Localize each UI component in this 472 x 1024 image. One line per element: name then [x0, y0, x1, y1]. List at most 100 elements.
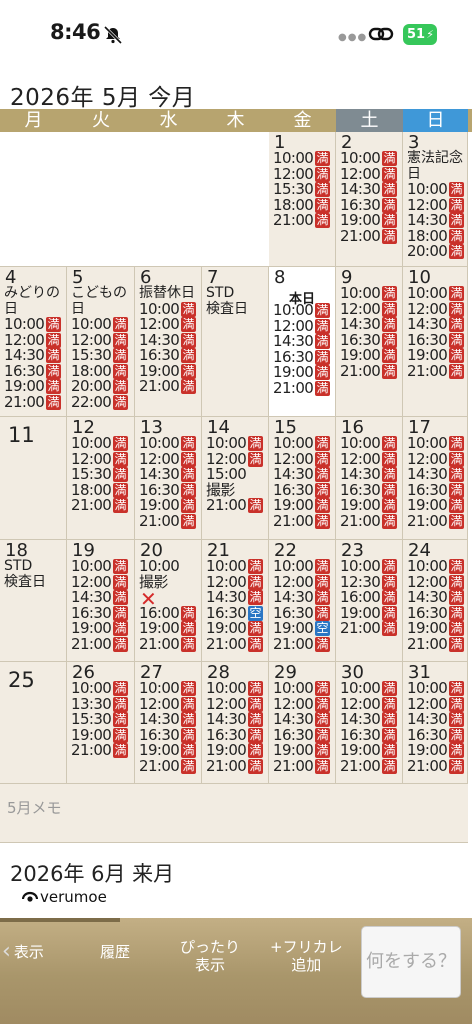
day-cell-25[interactable]: 25 — [0, 662, 67, 784]
battery-level: 51 — [407, 27, 426, 42]
time-slot[interactable]: 21:00 満 — [139, 758, 196, 775]
time-slot[interactable]: 21:00 満 — [407, 513, 464, 530]
time-slot[interactable]: 21:00 満 — [340, 228, 397, 245]
time-slot[interactable]: 21:00 満 — [71, 636, 128, 653]
full-badge: 満 — [449, 574, 464, 590]
month-memo[interactable]: 5月メモ — [0, 784, 468, 843]
day-cell-10[interactable]: 10 10:00 満 12:00 満 14:30 満 16:30 満 19:00 満 21:00 満 — [403, 267, 468, 417]
time-slot[interactable]: 21:00 満 — [340, 513, 397, 530]
day-cell-6[interactable]: 6 振替休日 10:00 満 12:00 満 14:30 満 16:30 満 19:00 満 21:00… — [135, 267, 202, 417]
day-cell-12[interactable]: 12 10:00 満 12:00 満 15:30 満 18:00 満 21:00 満 — [67, 417, 135, 540]
day-cell-30[interactable]: 30 10:00 満 12:00 満 14:30 満 16:30 満 19:00 満 21:00 満 — [336, 662, 403, 784]
time-slot[interactable]: 20:00 満 — [407, 243, 464, 260]
day-cell-21[interactable]: 21 10:00 満 12:00 満 14:30 満 16:30 空 19:00 満 21:00 満 — [202, 540, 269, 662]
action-button[interactable]: 何をする？ — [361, 926, 461, 998]
day-cell-26[interactable]: 26 10:00 満 13:30 満 15:30 満 19:00 満 21:00 満 — [67, 662, 135, 784]
full-badge: 満 — [382, 332, 397, 348]
time-slot[interactable]: 21:00 満 — [273, 636, 330, 653]
full-badge: 満 — [382, 590, 397, 606]
full-badge: 満 — [113, 482, 128, 498]
day-cell-29[interactable]: 29 10:00 満 12:00 満 14:30 満 16:30 満 19:00 満 21:00 満 — [269, 662, 336, 784]
day-cell-24[interactable]: 24 10:00 満 12:00 満 14:30 満 16:30 満 19:00 満 21:00 満 — [403, 540, 468, 662]
back-button[interactable]: ‹ 表示 — [2, 941, 44, 963]
time-slot[interactable]: 21:00 満 — [273, 380, 330, 397]
slot-time: 21:00 — [139, 634, 180, 653]
day-cell-19[interactable]: 19 10:00 満 12:00 満 14:30 満 16:30 満 19:00 満 21:00 満 — [67, 540, 135, 662]
time-slot[interactable]: 21:00 満 — [273, 212, 330, 229]
full-badge: 満 — [113, 363, 128, 379]
full-badge: 満 — [449, 636, 464, 652]
time-slot-list: 10:00 満 12:00 満 15:30 満 18:00 満 21:00 満 — [71, 435, 128, 514]
day-cell-27[interactable]: 27 10:00 満 12:00 満 14:30 満 16:30 満 19:00 満 21:00 満 — [135, 662, 202, 784]
fit-view-button[interactable]: ぴったり 表示 — [180, 938, 240, 974]
day-cell-23[interactable]: 23 10:00 満 12:30 満 16:00 満 19:00 満 21:00 満 — [336, 540, 403, 662]
day-cell-15[interactable]: 15 10:00 満 12:00 満 14:30 満 16:30 満 19:00 満 21:00 満 — [269, 417, 336, 540]
full-badge: 満 — [113, 451, 128, 467]
time-slot[interactable]: 21:00 満 — [340, 620, 397, 637]
time-slot[interactable]: 21:00 満 — [71, 742, 128, 759]
time-slot[interactable]: 21:00 満 — [206, 636, 263, 653]
day-cell-4[interactable]: 4 みどりの 日 10:00 満 12:00 満 14:30 満 16:30 満 19:00 満 21:… — [0, 267, 67, 417]
brand-logo: verumoe — [22, 888, 107, 906]
full-badge: 満 — [181, 379, 196, 395]
time-slot[interactable]: 21:00 満 — [273, 513, 330, 530]
full-badge: 満 — [449, 286, 464, 302]
full-badge: 満 — [248, 621, 263, 637]
time-slot[interactable]: 21:00 満 — [71, 497, 128, 514]
time-slot[interactable]: 21:00 満 — [273, 758, 330, 775]
full-badge: 満 — [315, 349, 330, 365]
time-slot[interactable]: 21:00 満 — [407, 758, 464, 775]
time-slot-list: 10:00 満 12:00 満 14:30 満 16:30 満 19:00 満 21:00 満 — [340, 150, 397, 245]
time-slot[interactable]: 21:00 満 — [206, 497, 263, 514]
full-badge: 満 — [46, 363, 61, 379]
day-cell-2[interactable]: 2 10:00 満 12:00 満 14:30 満 16:30 満 19:00 満 21:00 満 — [336, 132, 403, 267]
full-badge: 満 — [181, 681, 196, 697]
day-cell-14[interactable]: 14 10:00 満 12:00 満 15:00 撮影 21:00 満 — [202, 417, 269, 540]
full-badge: 満 — [113, 394, 128, 410]
time-slot[interactable]: 21:00 満 — [139, 634, 196, 653]
day-note: 憲法記念 日 — [407, 150, 463, 182]
time-slot[interactable]: 21:00 満 — [407, 636, 464, 653]
day-cell-17[interactable]: 17 10:00 満 12:00 満 14:30 満 16:30 満 19:00 満 21:00 満 — [403, 417, 468, 540]
history-button[interactable]: 履歴 — [100, 943, 130, 961]
add-calendar-button[interactable]: +フリカレ 追加 — [270, 938, 343, 974]
day-cell-31[interactable]: 31 10:00 満 12:00 満 14:30 満 16:30 満 19:00 満 21:00 満 — [403, 662, 468, 784]
time-slot[interactable]: 21:00 満 — [139, 378, 196, 395]
day-cell-16[interactable]: 16 10:00 満 12:00 満 14:30 満 16:30 満 19:00 満 21:00 満 — [336, 417, 403, 540]
day-cell-7[interactable]: 7 STD 検査日 — [202, 267, 269, 417]
day-cell-28[interactable]: 28 10:00 満 12:00 満 14:30 満 16:30 満 19:00 満 21:00 満 — [202, 662, 269, 784]
time-slot[interactable]: 21:00 満 — [340, 758, 397, 775]
full-badge: 満 — [315, 380, 330, 396]
day-cell-9[interactable]: 9 10:00 満 12:00 満 14:30 満 16:30 満 19:00 満 21:00 満 — [336, 267, 403, 417]
weekday-2: 火 — [92, 110, 110, 131]
day-note: みどりの 日 — [4, 285, 60, 317]
time-slot[interactable]: 21:00 満 — [206, 758, 263, 775]
time-slot-list: 10:00 満 12:00 満 14:30 満 18:00 満 20:00 満 — [407, 181, 464, 260]
time-slot[interactable]: 21:00 満 — [407, 363, 464, 380]
time-slot[interactable]: 21:00 満 — [340, 363, 397, 380]
full-badge: 満 — [449, 513, 464, 529]
full-badge: 満 — [382, 451, 397, 467]
full-badge: 満 — [181, 758, 196, 774]
battery-icon: 51 ⚡ — [403, 24, 437, 45]
time-slot[interactable]: 22:00 満 — [71, 394, 128, 411]
full-badge: 満 — [382, 758, 397, 774]
day-cell-3[interactable]: 3 憲法記念 日 10:00 満 12:00 満 14:30 満 18:00 満 20:00 満 — [403, 132, 468, 267]
day-cell-22[interactable]: 22 10:00 満 12:00 満 14:30 満 16:30 満 19:00 空 21:00 満 — [269, 540, 336, 662]
full-badge: 満 — [449, 712, 464, 728]
full-badge: 満 — [315, 436, 330, 452]
full-badge: 満 — [113, 712, 128, 728]
day-cell-13[interactable]: 13 10:00 満 12:00 満 14:30 満 16:30 満 19:00 満 21:00 満 — [135, 417, 202, 540]
day-cell-11[interactable]: 11 — [0, 417, 67, 540]
full-badge: 満 — [248, 574, 263, 590]
full-badge: 満 — [315, 467, 330, 483]
day-cell-8[interactable]: 8 本日 10:00 満 12:00 満 14:30 満 16:30 満 19:00 満 21:00 満 — [269, 267, 336, 417]
time-slot[interactable]: 21:00 満 — [4, 394, 61, 411]
full-badge: 満 — [181, 727, 196, 743]
day-cell-5[interactable]: 5 こどもの 日 10:00 満 12:00 満 15:30 満 18:00 満 20:00 満 22:… — [67, 267, 135, 417]
day-cell-20[interactable]: 20 10:00 撮影 16:00 満 19:00 満 21:00 満 ✕ — [135, 540, 202, 662]
day-cell-18[interactable]: 18 STD 検査日 — [0, 540, 67, 662]
full-badge: 満 — [113, 436, 128, 452]
day-cell-1[interactable]: 1 10:00 満 12:00 満 15:30 満 18:00 満 21:00 満 — [269, 132, 336, 267]
time-slot[interactable]: 21:00 満 — [139, 513, 196, 530]
